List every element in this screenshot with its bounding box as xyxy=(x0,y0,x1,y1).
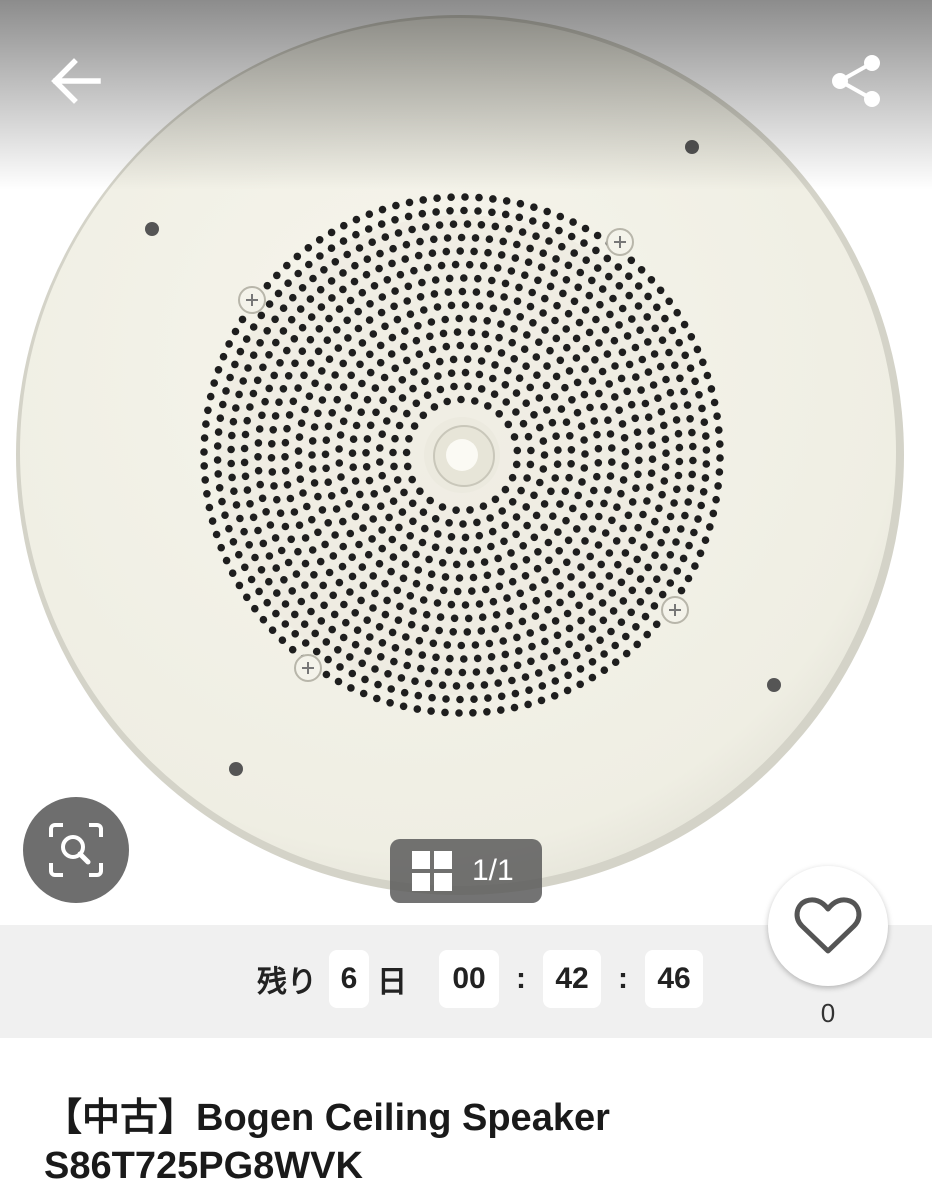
screw xyxy=(238,286,266,314)
image-search-icon xyxy=(49,823,103,877)
share-button[interactable] xyxy=(820,45,892,117)
product-info: 【中古】Bogen Ceiling Speaker S86T725PG8WVK xyxy=(0,1038,932,1200)
screw xyxy=(661,596,689,624)
top-shade xyxy=(0,0,932,190)
countdown-day-unit: 日 xyxy=(377,966,407,999)
countdown-separator: : xyxy=(618,962,628,995)
countdown-hours: 00 xyxy=(439,950,499,1008)
share-icon xyxy=(832,55,880,107)
grid-icon xyxy=(412,851,452,891)
product-title: 【中古】Bogen Ceiling Speaker S86T725PG8WVK xyxy=(44,1094,744,1190)
image-search-button[interactable] xyxy=(23,797,129,903)
favorite-count: 0 xyxy=(820,998,836,1028)
back-button[interactable] xyxy=(40,45,112,117)
screw xyxy=(606,228,634,256)
countdown-separator: : xyxy=(516,962,526,995)
countdown-prefix: 残り xyxy=(257,966,317,999)
screw xyxy=(294,654,322,682)
countdown-minutes: 42 xyxy=(543,950,601,1008)
product-title-line1: 【中古】Bogen Ceiling Speaker xyxy=(44,1097,610,1139)
product-image-area[interactable]: 1/1 xyxy=(0,0,932,925)
arrow-left-icon xyxy=(51,58,101,104)
countdown-seconds: 46 xyxy=(645,950,703,1008)
gallery-button[interactable]: 1/1 xyxy=(390,839,542,903)
heart-icon xyxy=(794,897,862,954)
image-counter: 1/1 xyxy=(472,854,514,887)
favorite-button[interactable] xyxy=(768,866,888,986)
countdown-timer: 残り 6 日 00 : 42 : 46 xyxy=(257,950,703,1008)
product-title-line2: S86T725PG8WVK xyxy=(44,1145,363,1187)
countdown-days: 6 xyxy=(329,950,369,1008)
